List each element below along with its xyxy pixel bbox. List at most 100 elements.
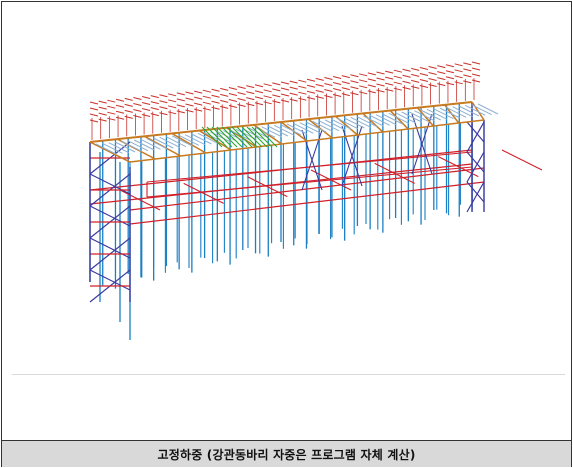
load-arrow xyxy=(393,81,402,85)
load-arrow xyxy=(341,93,350,97)
load-arrow xyxy=(411,85,420,89)
load-arrow xyxy=(463,62,472,66)
load-arrow xyxy=(376,77,385,81)
load-arrow xyxy=(385,82,394,86)
load-arrow xyxy=(254,96,264,100)
load-arrow xyxy=(376,89,385,93)
load-arrow xyxy=(376,71,385,75)
load-arrow xyxy=(315,95,324,99)
load-arrow xyxy=(298,79,307,83)
load-arrow xyxy=(332,82,342,86)
load-arrow xyxy=(367,84,376,88)
load-arrow xyxy=(107,99,116,103)
load-arrow xyxy=(168,111,177,115)
load-arrow xyxy=(254,84,264,88)
deck-girder xyxy=(389,110,409,130)
load-arrow xyxy=(463,74,472,78)
load-arrow xyxy=(194,90,203,94)
load-arrow xyxy=(324,76,333,80)
load-arrow xyxy=(176,98,185,102)
load-arrow xyxy=(289,86,298,90)
load-arrow xyxy=(289,92,298,96)
load-arrow xyxy=(124,109,133,113)
load-arrow xyxy=(324,82,333,86)
diagonal-brace xyxy=(89,237,131,259)
load-arrow xyxy=(159,100,168,104)
load-arrow xyxy=(237,86,246,90)
load-arrow xyxy=(298,85,307,89)
load-arrow xyxy=(280,87,290,91)
load-arrow xyxy=(211,106,220,110)
load-arrow xyxy=(428,66,437,70)
load-arrow xyxy=(141,102,151,106)
load-arrow xyxy=(332,76,342,80)
load-arrow xyxy=(332,88,342,92)
load-arrow xyxy=(98,118,107,122)
load-arrow xyxy=(107,105,116,109)
load-arrow xyxy=(89,107,99,111)
load-arrow xyxy=(385,76,394,80)
load-arrow xyxy=(194,96,203,100)
load-arrow xyxy=(454,81,463,85)
load-arrow xyxy=(150,107,159,111)
load-arrow xyxy=(367,72,376,76)
load-arrow xyxy=(350,74,359,78)
load-arrow xyxy=(289,80,298,84)
load-arrow xyxy=(393,87,402,91)
load-arrow xyxy=(133,96,142,100)
load-arrow xyxy=(376,83,385,87)
diagonal-brace xyxy=(89,269,131,291)
load-arrow xyxy=(159,112,168,116)
load-arrow xyxy=(419,84,429,88)
diagonal-brace xyxy=(466,181,485,203)
load-arrow xyxy=(471,67,481,71)
load-arrow xyxy=(306,90,316,94)
load-arrow xyxy=(237,98,246,102)
load-arrow xyxy=(280,93,290,97)
load-arrow xyxy=(350,80,359,84)
load-arrow xyxy=(411,73,420,77)
load-arrow xyxy=(393,69,402,73)
diagonal-brace xyxy=(89,173,131,195)
divider-line xyxy=(12,374,565,375)
load-arrow xyxy=(350,86,359,90)
load-arrow xyxy=(115,98,125,102)
load-arrow xyxy=(393,75,402,79)
load-arrow xyxy=(98,106,107,110)
load-arrow xyxy=(211,88,220,92)
load-arrow xyxy=(272,100,281,104)
load-arrow xyxy=(246,91,255,95)
load-arrow xyxy=(463,80,472,84)
load-arrow xyxy=(124,115,133,119)
load-arrow xyxy=(228,104,238,108)
load-arrow xyxy=(141,96,151,100)
load-arrow xyxy=(159,94,168,98)
load-arrow xyxy=(471,73,481,77)
load-arrow xyxy=(402,74,411,78)
load-arrow xyxy=(411,79,420,83)
load-arrow xyxy=(228,98,238,102)
load-arrow xyxy=(246,97,255,101)
load-arrow xyxy=(272,82,281,86)
load-arrow xyxy=(428,84,437,88)
load-arrow xyxy=(150,101,159,105)
load-arrow xyxy=(272,88,281,92)
load-arrow xyxy=(402,68,411,72)
load-arrow xyxy=(445,76,455,80)
load-arrow xyxy=(437,71,446,75)
load-arrow xyxy=(228,92,238,96)
load-arrow xyxy=(89,113,99,117)
load-arrow xyxy=(437,65,446,69)
load-arrow xyxy=(176,92,185,96)
load-arrow xyxy=(168,93,177,97)
load-arrow xyxy=(280,81,290,85)
load-arrow xyxy=(324,88,333,92)
load-arrow xyxy=(141,114,151,118)
load-arrow xyxy=(202,89,211,93)
load-arrow xyxy=(150,113,159,117)
load-arrow xyxy=(471,79,481,83)
load-arrow xyxy=(280,99,290,103)
load-arrow xyxy=(445,64,455,68)
load-arrow xyxy=(124,103,133,107)
load-arrow xyxy=(315,83,324,87)
